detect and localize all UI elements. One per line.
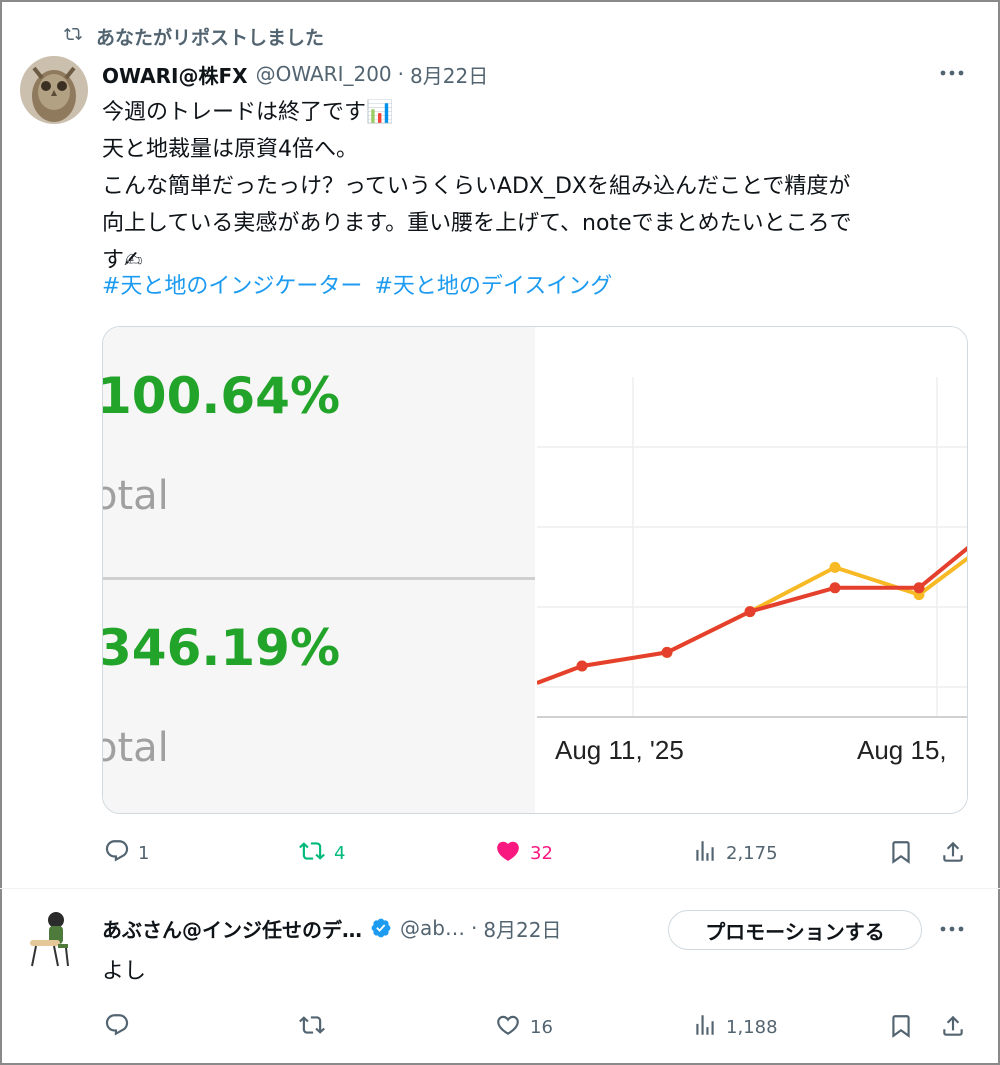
repost-notice-text: あなたがリポストしました (96, 26, 325, 49)
author-name[interactable]: OWARI@株FX (102, 60, 248, 89)
data-point (744, 606, 756, 618)
reply-author-name[interactable]: あぶさん@インジ任せのデ… (102, 914, 362, 943)
line-chart-svg: Aug 11, '25 Aug 15, (536, 377, 967, 765)
reply-repost-button[interactable] (298, 1012, 334, 1043)
stat-label-1: otal (103, 473, 169, 519)
reply-text: よし (102, 959, 147, 984)
stat-value-1: 100.64% (103, 367, 341, 425)
data-point (576, 660, 588, 672)
views-button[interactable]: 2,175 (692, 838, 778, 869)
more-options-icon[interactable] (932, 58, 972, 88)
stat-value-2: 346.19% (103, 619, 341, 677)
tweet-header: OWARI@株FX @OWARI_200 · 8月22日 (102, 58, 488, 90)
views-icon (692, 1012, 718, 1043)
views-count: 2,175 (726, 843, 778, 864)
reply-more-options-icon[interactable] (932, 914, 972, 944)
reply-author-avatar[interactable] (22, 906, 78, 972)
reply-views-count: 1,188 (726, 1017, 778, 1038)
reply-icon (104, 838, 130, 869)
views-icon (692, 838, 718, 869)
reply-count: 1 (138, 843, 150, 864)
repost-button[interactable]: 4 (298, 838, 345, 869)
tweet-media[interactable]: 100.64% otal 346.19% otal Aug 11, '25Aug… (102, 326, 968, 814)
x-tick-label: Aug 11, '25 (555, 735, 684, 765)
line-chart: Aug 11, '25 Aug 15, (536, 327, 967, 813)
tweet-line: 向上している実感があります。重い腰を上げて、noteでまとめたいところで (102, 211, 852, 236)
author-avatar[interactable] (20, 56, 88, 124)
bookmark-icon[interactable] (888, 838, 914, 870)
reply-views-button[interactable]: 1,188 (692, 1012, 778, 1043)
reply-like-count: 16 (530, 1017, 553, 1038)
promote-button[interactable]: プロモーションする (668, 910, 922, 950)
reply-date[interactable]: 8月22日 (483, 914, 561, 943)
stats-divider (103, 577, 535, 580)
hashtag-link[interactable]: #天と地のインジケーター (102, 274, 362, 299)
tweet-line: 今週のトレードは終了です📊 (102, 100, 394, 125)
stat-label-2: otal (103, 725, 169, 771)
repost-count: 4 (334, 843, 346, 864)
reply-icon (104, 1012, 130, 1043)
reply-header: あぶさん@インジ任せのデ… @ab… · 8月22日 (102, 912, 562, 944)
repost-icon (62, 25, 84, 48)
repost-icon (298, 1012, 326, 1043)
data-point (661, 646, 673, 658)
x-tick-label: Aug 15, (857, 735, 947, 765)
data-point (913, 582, 925, 594)
reply-like-button[interactable]: 16 (494, 1012, 553, 1043)
tweet-date[interactable]: 8月22日 (410, 60, 488, 89)
reply-share-icon[interactable] (940, 1012, 966, 1044)
author-handle[interactable]: @OWARI_200 (256, 62, 392, 86)
reply-button[interactable]: 1 (104, 838, 149, 869)
share-icon[interactable] (940, 838, 966, 870)
tweet-line: 天と地裁量は原資4倍へ。 (102, 137, 358, 162)
like-count: 32 (530, 843, 553, 864)
hashtag-link[interactable]: #天と地のデイスイング (374, 274, 612, 299)
reply-bookmark-icon[interactable] (888, 1012, 914, 1044)
hashtags: #天と地のインジケーター #天と地のデイスイング (102, 268, 624, 305)
stats-panel: 100.64% otal 346.19% otal (103, 327, 535, 813)
verified-badge-icon (370, 917, 392, 939)
divider (0, 888, 1000, 889)
repost-icon (298, 838, 326, 869)
header-separator: · (397, 62, 405, 86)
data-point (829, 582, 841, 594)
heart-filled-icon (494, 838, 522, 869)
data-point (829, 561, 841, 573)
tweet-line: こんな簡単だったっけ？っていうくらいADX_DXを組み込んだことで精度が (102, 174, 851, 199)
repost-notice: あなたがリポストしました (62, 22, 324, 50)
reply-header-separator: · (470, 916, 478, 940)
heart-outline-icon (494, 1012, 522, 1043)
reply-reply-button[interactable] (104, 1012, 138, 1043)
like-button[interactable]: 32 (494, 838, 553, 869)
reply-author-handle[interactable]: @ab… (400, 916, 465, 940)
tweet-text: 今週のトレードは終了です📊 天と地裁量は原資4倍へ。 こんな簡単だったっけ？って… (102, 94, 962, 279)
